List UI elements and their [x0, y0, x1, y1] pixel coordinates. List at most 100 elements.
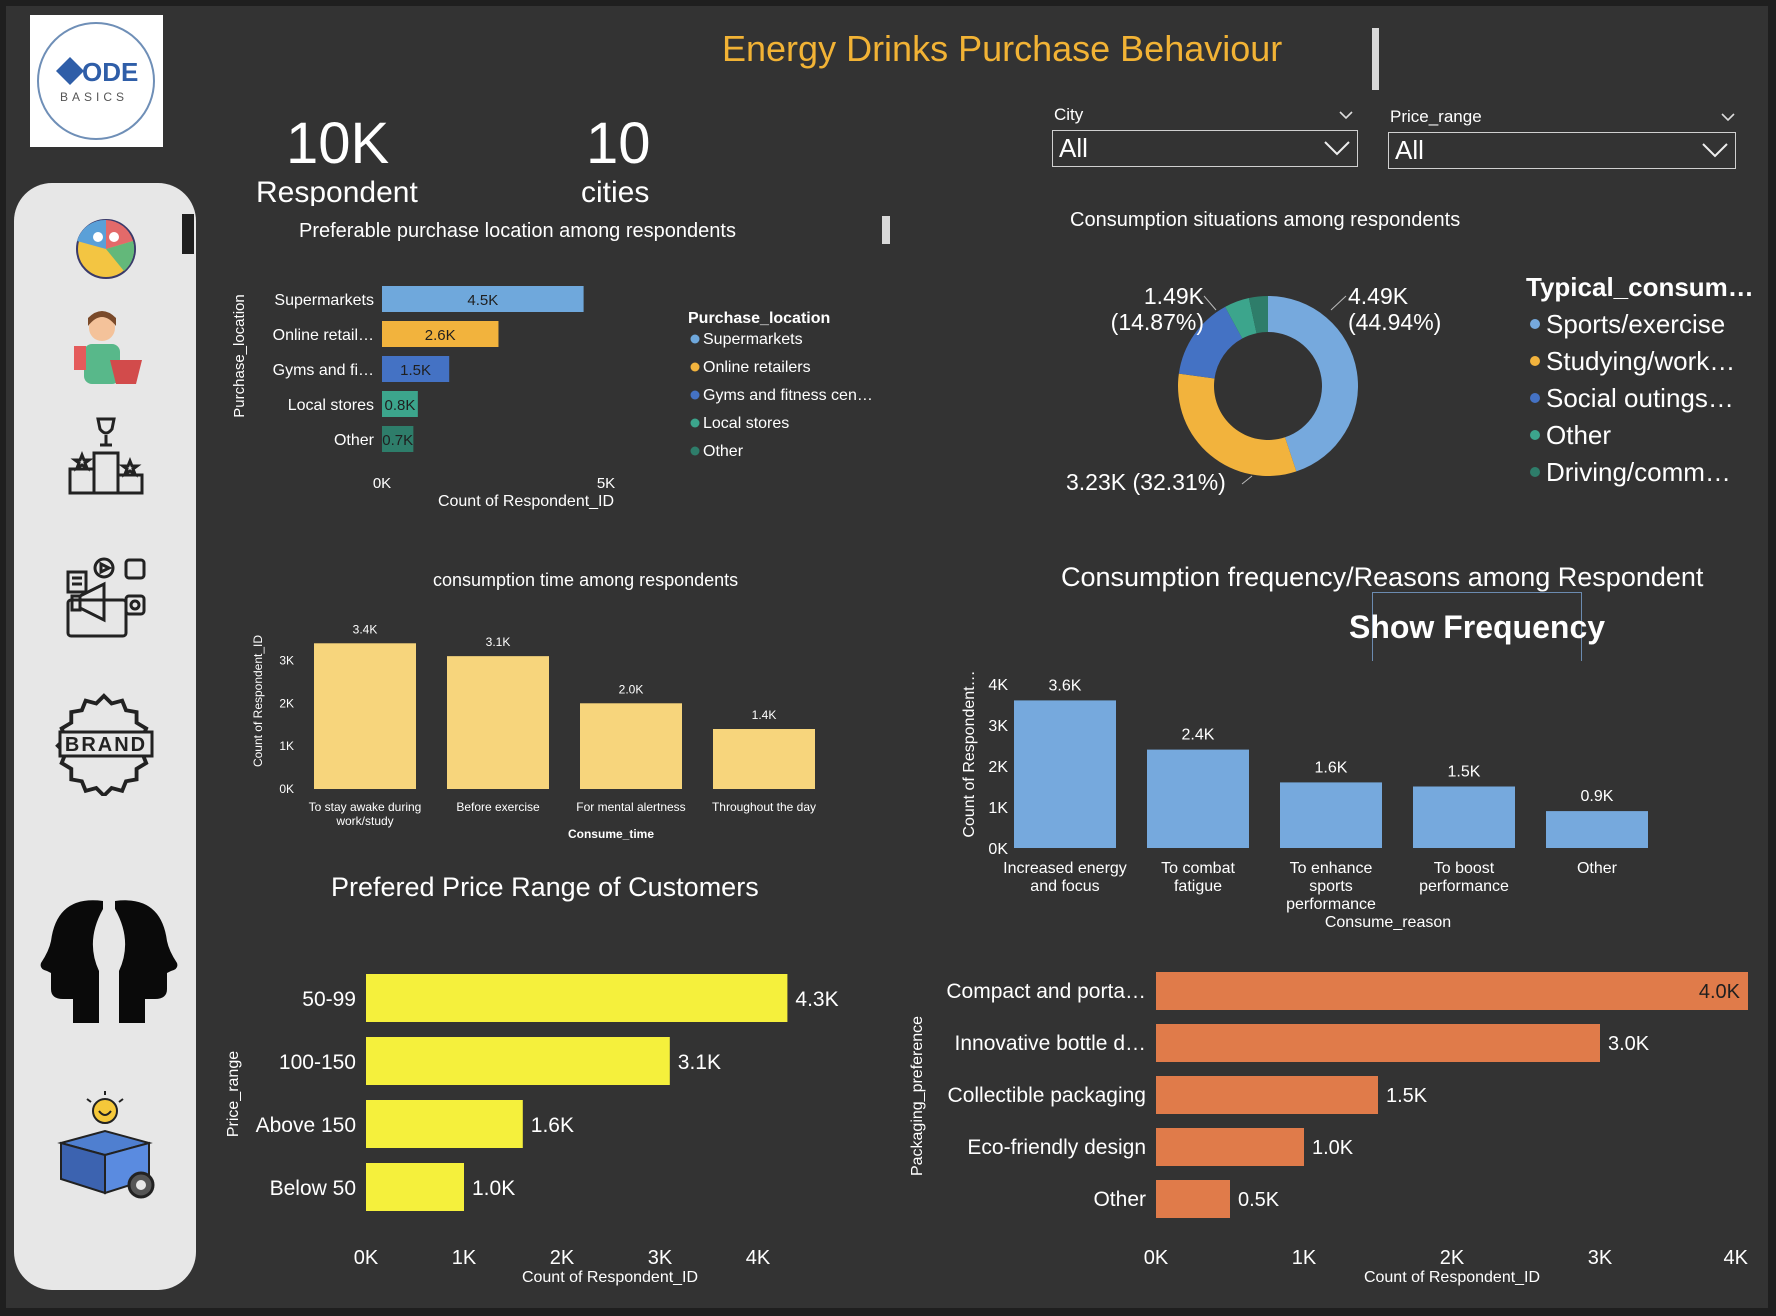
bar[interactable]	[713, 729, 815, 789]
legend-marker	[690, 362, 700, 372]
title-divider	[1372, 28, 1379, 90]
bar[interactable]	[1156, 1076, 1378, 1114]
legend-marker	[690, 390, 700, 400]
category-label: Increased energy and focus	[1003, 860, 1127, 895]
category-label: Innovative bottle d…	[955, 1032, 1146, 1055]
chart-title-consumption-situations: Consumption situations among respondents	[1070, 209, 1461, 231]
data-label: 4.3K	[795, 988, 838, 1011]
sidebar-item-shopper[interactable]	[44, 303, 168, 393]
category-label: To stay awake during work/study	[309, 800, 422, 828]
x-tick-label: 0K	[373, 475, 391, 492]
x-axis-label: Count of Respondent_ID	[1364, 1269, 1540, 1286]
category-label: To boost performance	[1419, 860, 1509, 895]
y-tick-label: 4K	[988, 677, 1008, 694]
legend-marker	[1530, 393, 1540, 404]
sidebar-item-demographics[interactable]	[44, 209, 168, 289]
bar[interactable]	[447, 656, 549, 789]
donut-slice[interactable]	[1178, 373, 1297, 476]
bar[interactable]	[1156, 972, 1748, 1010]
x-axis-label: Count of Respondent_ID	[438, 493, 614, 510]
chart-title-consumption-reasons: Consumption frequency/Reasons among Resp…	[1061, 562, 1704, 592]
sidebar-item-heads[interactable]	[36, 889, 182, 1029]
category-label: Above 150	[256, 1114, 356, 1137]
sidebar-item-podium[interactable]	[44, 411, 168, 501]
bar[interactable]	[1014, 700, 1116, 848]
bar[interactable]	[1147, 749, 1249, 848]
legend-marker	[1530, 430, 1540, 441]
legend-item[interactable]: Supermarkets	[703, 331, 803, 348]
legend-item[interactable]: Other	[1526, 420, 1766, 451]
legend-marker	[690, 334, 700, 344]
legend-item[interactable]: Other	[703, 443, 744, 460]
category-label: Other	[1093, 1188, 1146, 1211]
brand-badge-icon: BRAND	[55, 693, 154, 796]
category-label: Below 50	[270, 1177, 356, 1200]
x-tick-label: 3K	[1588, 1247, 1613, 1269]
data-label: 1.5K	[1448, 764, 1481, 781]
chart-consumption-situations: 4.49K(44.94%) 3.23K (32.31%) 1.49K(14.87%)	[1066, 283, 1441, 495]
kpi-cities-value: 10	[586, 111, 651, 176]
sidebar-item-brand[interactable]: BRAND	[44, 689, 168, 799]
bar[interactable]	[366, 1037, 670, 1085]
y-tick-label: 0K	[279, 782, 294, 796]
sidebar-item-product[interactable]	[44, 1085, 168, 1205]
category-label: Compact and porta…	[946, 980, 1146, 1003]
data-label: 1.5K	[1386, 1085, 1428, 1107]
svg-text:BRAND: BRAND	[65, 734, 147, 756]
heads-icon	[40, 899, 178, 1023]
legend-marker	[1530, 356, 1540, 367]
bar[interactable]	[314, 643, 416, 789]
legend-item[interactable]: Studying/work…	[1526, 346, 1766, 377]
chevron-down-icon[interactable]	[1338, 110, 1354, 120]
price-filter-dropdown[interactable]: All	[1388, 132, 1736, 169]
x-tick-label: 3K	[648, 1247, 673, 1269]
chevron-down-icon[interactable]	[1720, 112, 1736, 122]
bar[interactable]	[1546, 811, 1648, 848]
category-label: To enhance sports performance	[1286, 860, 1376, 913]
y-axis-label: Count of Respondent_ID	[251, 635, 265, 767]
category-label: Collectible packaging	[948, 1084, 1146, 1107]
data-label: 1.4K	[752, 708, 777, 722]
sidebar-item-marketing[interactable]	[44, 553, 168, 643]
category-label: Supermarkets	[274, 292, 374, 309]
data-label: 0.8K	[384, 397, 415, 414]
y-axis-label: Packaging_preference	[909, 1016, 926, 1176]
chart-consumption-reasons: Count of Respondent… 0K 1K 2K 3K 4K 3.6K Increa…	[961, 670, 1648, 931]
city-filter-label: City	[1054, 105, 1084, 124]
y-tick-label: 0K	[988, 841, 1008, 858]
x-tick-label: 2K	[1440, 1247, 1465, 1269]
x-tick-label: 4K	[1724, 1247, 1749, 1269]
x-tick-label: 2K	[550, 1247, 575, 1269]
bar[interactable]	[366, 1163, 464, 1211]
logo-subtitle: BASICS	[60, 90, 128, 104]
data-label: 4.49K	[1348, 283, 1409, 309]
y-tick-label: 2K	[279, 696, 294, 710]
city-filter-dropdown[interactable]: All	[1052, 130, 1358, 167]
legend-item[interactable]: Driving/comm…	[1526, 457, 1766, 488]
x-tick-label: 1K	[1292, 1247, 1317, 1269]
y-tick-label: 1K	[988, 800, 1008, 817]
legend-item[interactable]: Sports/exercise	[1526, 309, 1766, 340]
data-label: 2.6K	[425, 327, 456, 344]
kpi-cities-label: cities	[581, 176, 650, 206]
category-label: Gyms and fi…	[273, 362, 374, 379]
category-label: Other	[334, 432, 375, 449]
bar[interactable]	[1156, 1180, 1230, 1218]
data-label: 1.0K	[1312, 1137, 1354, 1159]
bar[interactable]	[366, 974, 788, 1022]
legend-item-label: Driving/comm…	[1546, 457, 1731, 487]
legend-item[interactable]: Gyms and fitness cen…	[703, 387, 873, 404]
bar[interactable]	[1156, 1128, 1304, 1166]
legend-item[interactable]: Online retailers	[703, 359, 811, 376]
legend-item[interactable]: Social outings…	[1526, 383, 1766, 414]
bar[interactable]	[1156, 1024, 1600, 1062]
y-tick-label: 1K	[279, 739, 294, 753]
x-tick-label: 1K	[452, 1247, 477, 1269]
bar[interactable]	[366, 1100, 523, 1148]
show-frequency-button[interactable]: Show Frequency	[1349, 592, 1605, 661]
bar[interactable]	[1280, 782, 1382, 848]
bar[interactable]	[1413, 786, 1515, 849]
legend-item[interactable]: Local stores	[703, 415, 789, 432]
bar[interactable]	[580, 703, 682, 789]
data-label: 1.6K	[531, 1114, 574, 1137]
